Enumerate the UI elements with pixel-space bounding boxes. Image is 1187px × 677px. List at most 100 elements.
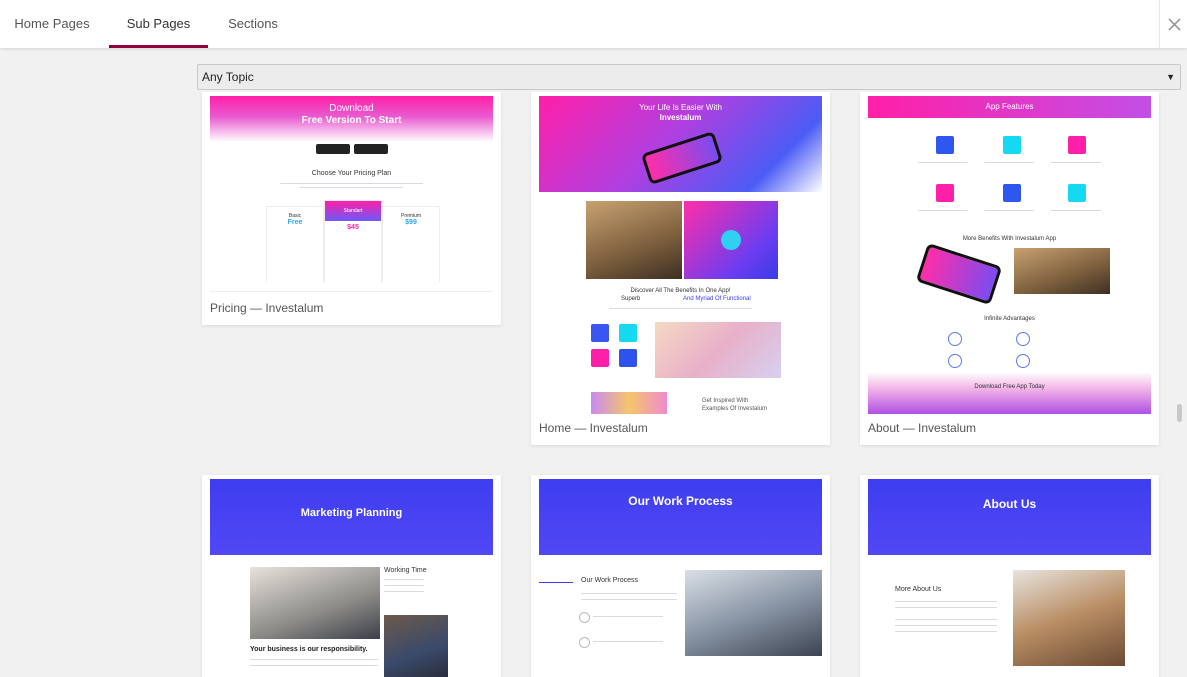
text-line: [250, 659, 378, 660]
plan-premium: Premium $99: [382, 206, 440, 282]
template-card-pricing[interactable]: Download Free Version To Start Choose Yo…: [202, 92, 501, 325]
thumbnail-header: [868, 479, 1151, 555]
text-line: [895, 625, 997, 626]
photo-hands-phone: [655, 322, 781, 378]
template-card-home[interactable]: Your Life Is Easier With Investalum Disc…: [531, 92, 830, 445]
plan-price: $99: [405, 219, 417, 226]
text-line: [984, 162, 1034, 163]
thumbnail-title: About Us: [982, 497, 1037, 511]
feature-icon: [591, 324, 609, 342]
dropdown-arrow-icon: ▼: [1166, 72, 1175, 82]
text-line: [593, 641, 663, 642]
thumbnail-title: Marketing Planning: [300, 507, 403, 519]
feature-icon: [1003, 136, 1021, 154]
close-button[interactable]: [1159, 0, 1187, 48]
feature-icon: [619, 324, 637, 342]
feature-icon: [591, 349, 609, 367]
feature-icon: [936, 184, 954, 202]
plan-standart: Standart $45: [324, 200, 382, 282]
tab-sub-pages[interactable]: Sub Pages: [109, 0, 208, 48]
thumbnail-title: Download: [329, 103, 374, 114]
template-card-work-process[interactable]: Our Work Process Our Work Process: [531, 475, 830, 677]
text-line: [984, 210, 1034, 211]
template-thumbnail: App Features More Benefits With Investal…: [868, 96, 1151, 414]
text-line: [581, 599, 677, 600]
text-line: [895, 601, 997, 602]
text-line: [250, 665, 378, 666]
template-card-label: Home — Investalum: [539, 421, 648, 435]
plan-basic: Basic Free: [266, 206, 324, 282]
text-line: [895, 631, 997, 632]
benefits-superb: Superb: [621, 296, 641, 302]
photo-business-man: [1013, 570, 1125, 666]
infinite-heading: Infinite Advantages: [984, 316, 1035, 322]
photo-girl-bike: [1014, 248, 1110, 294]
template-library-header: Home Pages Sub Pages Sections: [0, 0, 1187, 48]
text-line: [1051, 162, 1101, 163]
feature-icon: [1003, 184, 1021, 202]
photo-meeting: [685, 570, 822, 656]
thumbnail-title: App Features: [985, 102, 1034, 111]
topic-select[interactable]: Any Topic ▼: [197, 64, 1181, 90]
benefits-heading: Discover All The Benefits In One App!: [630, 288, 731, 294]
download-section: [868, 372, 1151, 414]
thumbnail-hero: Your Life Is Easier With: [639, 103, 722, 112]
text-line: [895, 619, 997, 620]
photo-person: [384, 615, 448, 677]
responsibility-heading: Your business is our responsibility.: [250, 646, 368, 653]
feature-icon: [1068, 184, 1086, 202]
tab-home-pages[interactable]: Home Pages: [0, 0, 104, 48]
app-store-badge: [354, 144, 388, 154]
step-icon: [579, 637, 590, 648]
thumbnail-header: [539, 479, 822, 555]
check-icon: [948, 354, 962, 368]
step-icon: [579, 612, 590, 623]
thumbnail-subtitle: Free Version To Start: [301, 115, 402, 126]
template-thumbnail: Your Life Is Easier With Investalum Disc…: [539, 96, 822, 414]
text-line: [384, 579, 424, 580]
text-line: [918, 210, 968, 211]
play-icon: [721, 230, 741, 250]
divider: [210, 291, 493, 292]
work-process-heading: Our Work Process: [581, 577, 639, 584]
feature-icon: [619, 349, 637, 367]
topic-select-value: Any Topic: [202, 70, 254, 84]
close-icon: [1167, 17, 1181, 31]
accent-line: [539, 582, 573, 583]
plan-name: Standart: [325, 201, 381, 221]
download-heading: Download Free App Today: [974, 384, 1045, 390]
text-line: [300, 187, 403, 188]
template-card-about[interactable]: App Features More Benefits With Investal…: [860, 92, 1159, 445]
photo-laptop: [250, 567, 380, 639]
check-icon: [1016, 354, 1030, 368]
video-thumbnail: [684, 201, 778, 279]
tab-sections[interactable]: Sections: [212, 0, 294, 48]
text-line: [609, 308, 752, 309]
template-card-about-us[interactable]: About Us More About Us: [860, 475, 1159, 677]
templates-grid: Download Free Version To Start Choose Yo…: [0, 92, 1187, 677]
thumbnail-brand: Investalum: [659, 113, 702, 122]
template-thumbnail: Download Free Version To Start Choose Yo…: [210, 96, 493, 282]
photo-bokeh: [591, 392, 667, 414]
check-icon: [1016, 332, 1030, 346]
template-card-marketing-planning[interactable]: Marketing Planning Working Time Your bus…: [202, 475, 501, 677]
scrollbar-thumb[interactable]: [1177, 404, 1182, 422]
text-line: [593, 616, 663, 617]
examples-text: Examples Of Investalum: [702, 406, 768, 412]
working-time-heading: Working Time: [384, 567, 427, 574]
text-line: [280, 183, 423, 184]
feature-icon: [936, 136, 954, 154]
text-line: [581, 593, 677, 594]
inspired-text: Get Inspired With: [702, 398, 749, 404]
plan-price: $45: [347, 224, 359, 231]
template-thumbnail: About Us More About Us: [868, 479, 1151, 677]
text-line: [384, 591, 424, 592]
google-play-badge: [316, 144, 350, 154]
text-line: [918, 162, 968, 163]
text-line: [384, 585, 424, 586]
check-icon: [948, 332, 962, 346]
photo-girl-bike: [586, 201, 682, 279]
phone-image: [915, 242, 1003, 306]
more-benefits-heading: More Benefits With Investalum App: [962, 236, 1057, 242]
template-card-label: Pricing — Investalum: [210, 301, 324, 315]
